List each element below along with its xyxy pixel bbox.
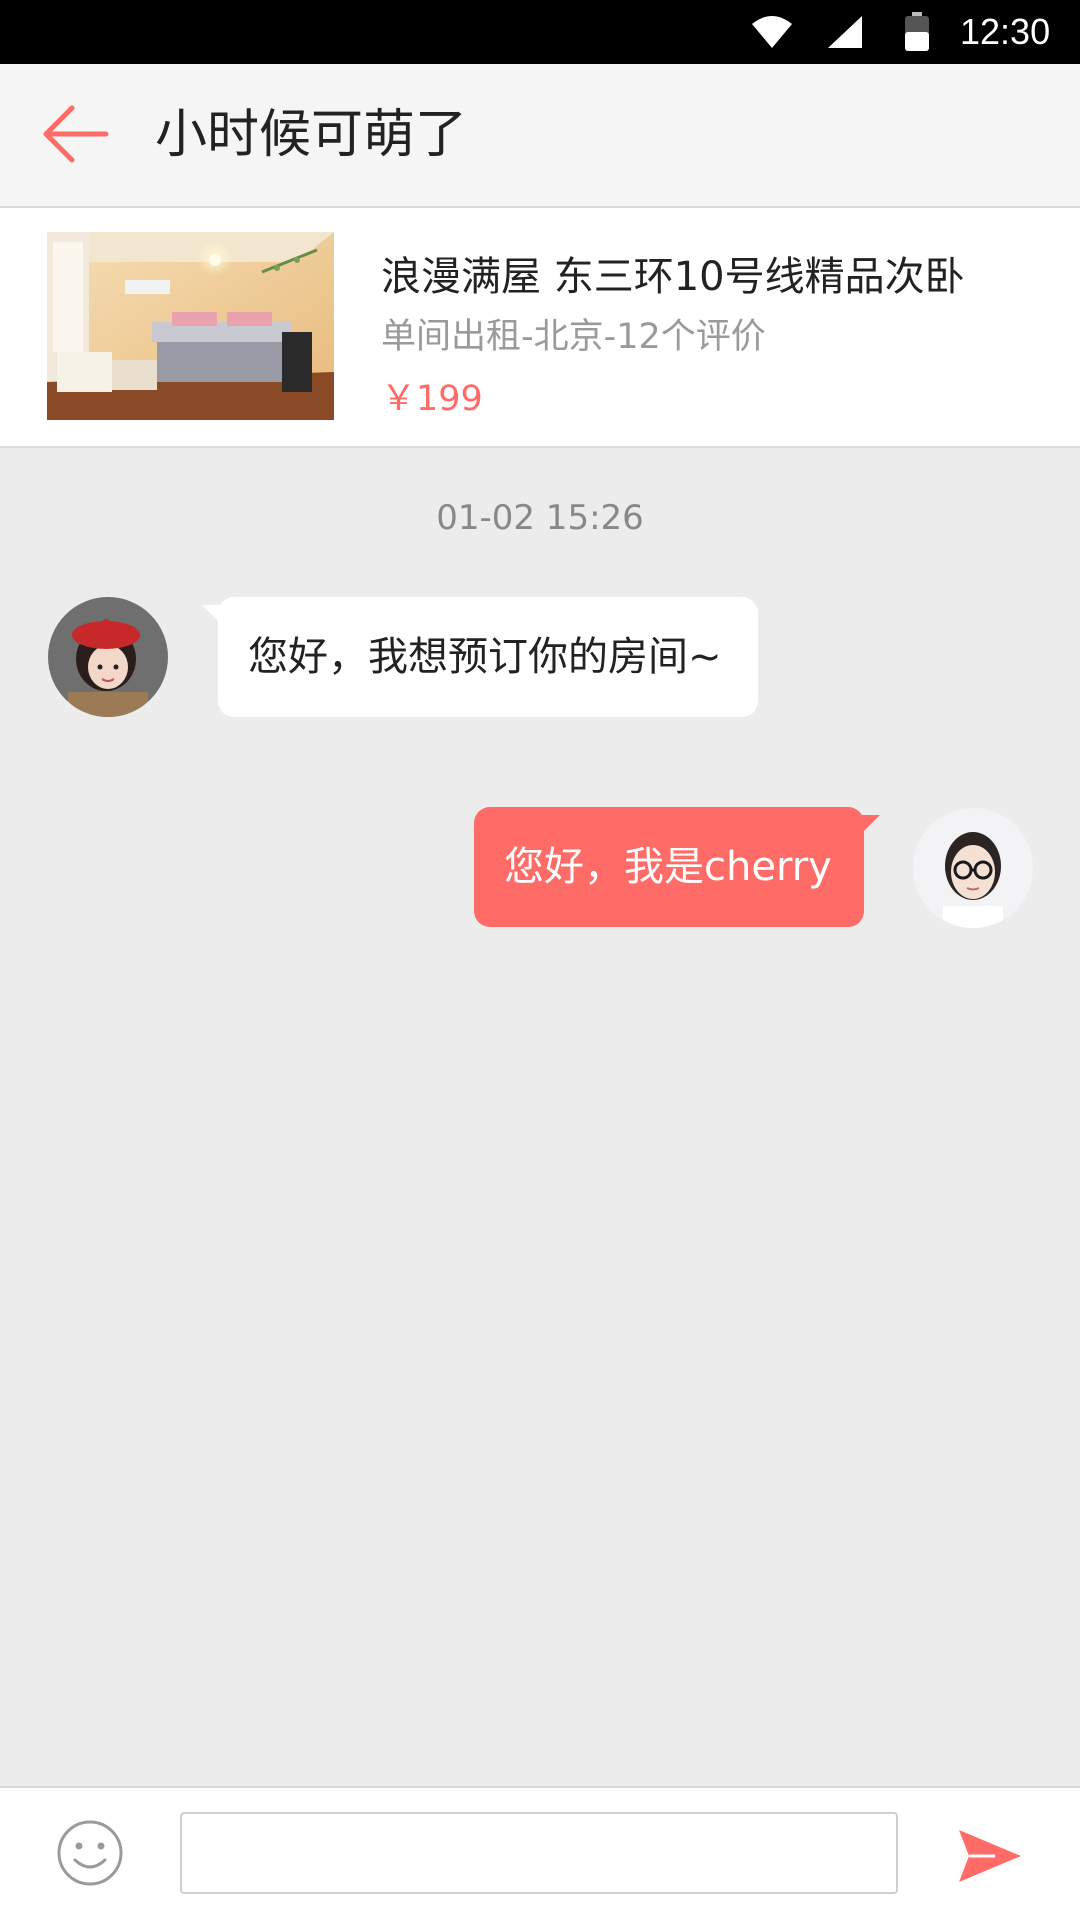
page-title: 小时候可萌了 <box>155 105 468 165</box>
listing-card[interactable]: 浪漫满屋 东三环10号线精品次卧 单间出租-北京-12个评价 ￥199 <box>0 208 1080 448</box>
listing-title: 浪漫满屋 东三环10号线精品次卧 <box>381 254 965 300</box>
status-bar: 12:30 <box>0 0 1080 64</box>
send-icon <box>959 1830 1021 1882</box>
arrow-left-icon <box>43 105 109 163</box>
listing-subtitle: 单间出租-北京-12个评价 <box>381 317 766 357</box>
message-text: 您好，我是cherry <box>504 844 832 890</box>
message-bubble-me[interactable]: 您好，我是cherry <box>474 807 880 927</box>
avatar-me[interactable] <box>913 808 1033 928</box>
message-text: 您好，我想预订你的房间~ <box>248 634 722 680</box>
message-composer <box>0 1786 1080 1922</box>
message-input[interactable] <box>180 1812 898 1894</box>
message-timestamp: 01-02 15:26 <box>436 498 644 538</box>
wifi-icon <box>752 16 792 48</box>
bedroom-photo <box>47 232 334 420</box>
message-bubble-other[interactable]: 您好，我想预订你的房间~ <box>202 597 758 717</box>
send-button[interactable] <box>955 1826 1025 1886</box>
status-time: 12:30 <box>960 11 1051 52</box>
emoji-button[interactable] <box>55 1818 125 1888</box>
app-header: 小时候可萌了 <box>0 64 1080 208</box>
battery-icon <box>905 12 929 51</box>
avatar-other[interactable] <box>48 597 168 717</box>
listing-photo[interactable] <box>47 232 334 420</box>
smiley-icon <box>57 1820 123 1886</box>
avatar-other-photo <box>48 597 168 717</box>
avatar-me-photo <box>913 808 1033 928</box>
listing-price: ￥199 <box>381 379 483 419</box>
signal-icon <box>828 16 862 48</box>
back-button[interactable] <box>40 102 120 166</box>
